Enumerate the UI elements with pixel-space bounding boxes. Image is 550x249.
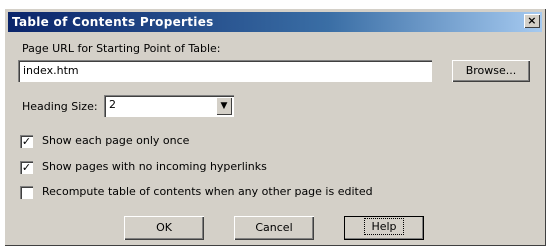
help-button[interactable]: Help (344, 216, 424, 240)
ok-button[interactable]: OK (124, 216, 204, 240)
dialog-title: Table of Contents Properties (12, 15, 214, 29)
toc-properties-dialog: Table of Contents Properties × Page URL … (4, 8, 546, 246)
show-orphans-checkbox[interactable]: ✓ (20, 161, 33, 174)
heading-size-select[interactable]: 2 ▼ (104, 95, 234, 117)
recompute-label: Recompute table of contents when any oth… (42, 185, 373, 198)
show-once-label: Show each page only once (42, 134, 190, 147)
cancel-button[interactable]: Cancel (234, 216, 314, 240)
url-input[interactable]: index.htm (18, 60, 432, 82)
heading-size-value: 2 (109, 98, 116, 111)
url-label: Page URL for Starting Point of Table: (22, 42, 221, 55)
recompute-checkbox[interactable] (20, 186, 33, 199)
show-orphans-label: Show pages with no incoming hyperlinks (42, 160, 267, 173)
browse-button[interactable]: Browse... (452, 60, 530, 82)
close-icon[interactable]: × (524, 14, 540, 28)
chevron-down-icon[interactable]: ▼ (216, 97, 232, 115)
title-bar: Table of Contents Properties × (8, 12, 542, 32)
help-button-label: Help (364, 218, 404, 235)
show-once-checkbox[interactable]: ✓ (20, 135, 33, 148)
heading-size-label: Heading Size: (22, 100, 98, 113)
